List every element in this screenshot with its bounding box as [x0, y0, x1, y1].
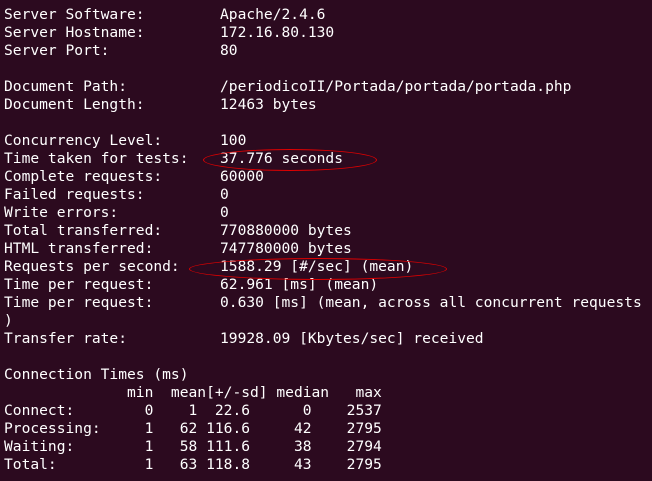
time-per-request-concurrent-value: 0.630 [ms] (mean, across all concurrent … — [220, 294, 642, 311]
concurrency-level-value: 100 — [220, 132, 247, 149]
server-port-value: 80 — [220, 42, 238, 59]
html-transferred-value: 747780000 bytes — [220, 240, 352, 257]
total-transferred-label: Total transferred: — [4, 222, 163, 239]
document-path-label: Document Path: — [4, 78, 128, 95]
write-errors-line: Write errors: 0 — [4, 204, 229, 222]
time-taken-line: Time taken for tests: 37.776 seconds — [4, 150, 343, 168]
time-per-request-concurrent-label: Time per request: — [4, 294, 154, 311]
server-software-label: Server Software: — [4, 6, 145, 23]
time-per-request-line: Time per request: 62.961 [ms] (mean) — [4, 276, 378, 294]
connection-times-title: Connection Times (ms) — [4, 366, 189, 383]
connection-row-total: Total: 1 63 118.8 43 2795 — [4, 456, 382, 473]
document-length-label: Document Length: — [4, 96, 145, 113]
transfer-rate-line: Transfer rate: 19928.09 [Kbytes/sec] rec… — [4, 330, 484, 348]
wrapped-paren-line: ) — [4, 312, 39, 330]
connection-row-connect: Connect: 0 1 22.6 0 2537 — [4, 402, 382, 419]
concurrency-level-line: Concurrency Level: 100 — [4, 132, 246, 150]
requests-per-second-label: Requests per second: — [4, 258, 180, 275]
time-per-request-label: Time per request: — [4, 276, 154, 293]
total-transferred-value: 770880000 bytes — [220, 222, 352, 239]
document-path-value: /periodicoII/Portada/portada/portada.php — [220, 78, 572, 95]
concurrency-level-label: Concurrency Level: — [4, 132, 163, 149]
document-length-line: Document Length: 12463 bytes — [4, 96, 317, 114]
transfer-rate-label: Transfer rate: — [4, 330, 128, 347]
annotation-ellipse-requests-per-second — [189, 258, 447, 280]
complete-requests-value: 60000 — [220, 168, 264, 185]
html-transferred-label: HTML transferred: — [4, 240, 154, 257]
connection-times-header: min mean[+/-sd] median max — [4, 384, 382, 401]
html-transferred-line: HTML transferred: 747780000 bytes — [4, 240, 352, 258]
terminal-window[interactable]: Server Software: Apache/2.4.6 Server Hos… — [0, 0, 652, 481]
failed-requests-line: Failed requests: 0 — [4, 186, 229, 204]
requests-per-second-line: Requests per second: 1588.29 [#/sec] (me… — [4, 258, 413, 276]
server-port-label: Server Port: — [4, 42, 110, 59]
document-length-value: 12463 bytes — [220, 96, 317, 113]
time-taken-label: Time taken for tests: — [4, 150, 189, 167]
failed-requests-value: 0 — [220, 186, 229, 203]
complete-requests-line: Complete requests: 60000 — [4, 168, 264, 186]
server-software-line: Server Software: Apache/2.4.6 — [4, 6, 325, 24]
server-software-value: Apache/2.4.6 — [220, 6, 326, 23]
total-transferred-line: Total transferred: 770880000 bytes — [4, 222, 352, 240]
server-hostname-line: Server Hostname: 172.16.80.130 — [4, 24, 334, 42]
connection-row-processing: Processing: 1 62 116.6 42 2795 — [4, 420, 382, 437]
document-path-line: Document Path: /periodicoII/Portada/port… — [4, 78, 571, 96]
complete-requests-label: Complete requests: — [4, 168, 163, 185]
write-errors-label: Write errors: — [4, 204, 119, 221]
time-per-request-concurrent-line: Time per request: 0.630 [ms] (mean, acro… — [4, 294, 642, 312]
wrapped-paren: ) — [4, 312, 13, 329]
transfer-rate-value: 19928.09 [Kbytes/sec] received — [220, 330, 484, 347]
server-hostname-label: Server Hostname: — [4, 24, 145, 41]
failed-requests-label: Failed requests: — [4, 186, 145, 203]
server-port-line: Server Port: 80 — [4, 42, 238, 60]
connection-row-waiting: Waiting: 1 58 111.6 38 2794 — [4, 438, 382, 455]
annotation-ellipse-time-taken — [203, 149, 377, 171]
server-hostname-value: 172.16.80.130 — [220, 24, 335, 41]
write-errors-value: 0 — [220, 204, 229, 221]
